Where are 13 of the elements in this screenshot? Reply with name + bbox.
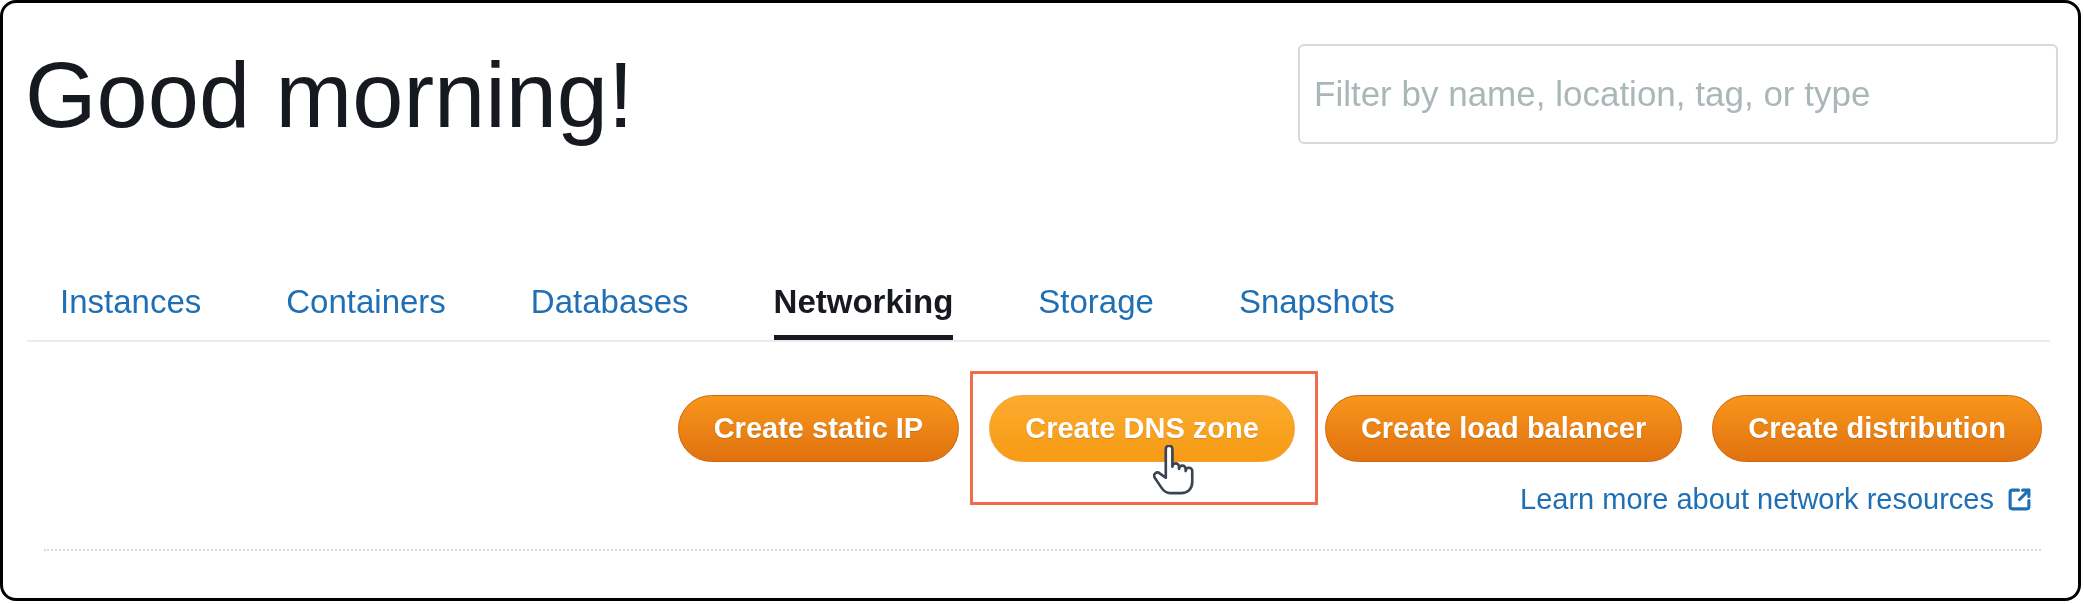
create-button[interactable]: Create distribution: [1712, 395, 2042, 462]
create-button[interactable]: Create load balancer: [1324, 395, 1683, 462]
external-link-icon: [2007, 486, 2032, 512]
tab[interactable]: Storage: [1038, 283, 1154, 340]
page-title: Good morning!: [25, 43, 634, 148]
tab[interactable]: Databases: [530, 283, 689, 340]
search-field[interactable]: Filter by name, location, tag, or type: [1298, 44, 2058, 144]
tab[interactable]: Networking: [773, 283, 954, 340]
create-button[interactable]: Create static IP: [677, 395, 960, 462]
tab[interactable]: Containers: [286, 283, 446, 340]
tab[interactable]: Instances: [60, 283, 202, 340]
tab[interactable]: Snapshots: [1238, 283, 1395, 340]
learn-more-link[interactable]: Learn more about network resources: [1520, 482, 2032, 516]
